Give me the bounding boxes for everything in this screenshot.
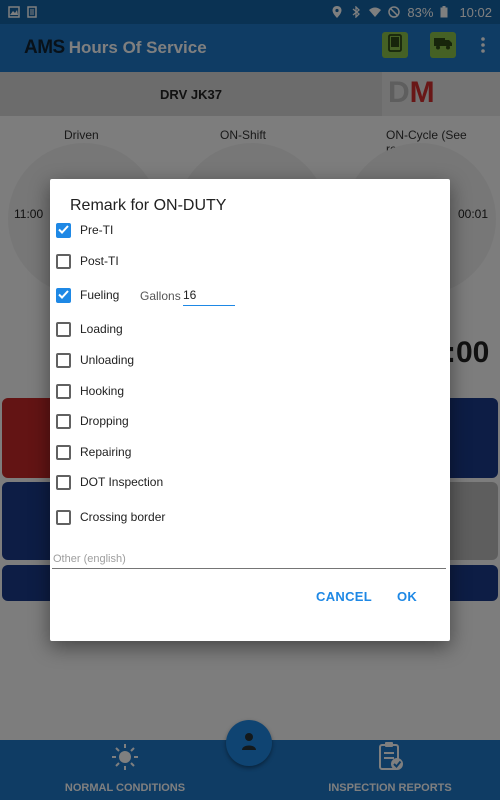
remark-dialog: Remark for ON-DUTY Pre-TI Post-TI Fuelin…	[50, 179, 450, 641]
checkbox[interactable]	[56, 352, 71, 368]
option-label: Unloading	[80, 353, 135, 367]
checkbox[interactable]	[56, 383, 71, 399]
option-hooking[interactable]: Hooking	[56, 380, 124, 402]
option-label: Loading	[80, 322, 123, 336]
option-crossing-border[interactable]: Crossing border	[56, 506, 165, 528]
option-post-ti[interactable]: Post-TI	[56, 250, 119, 272]
option-label: Fueling	[80, 288, 120, 302]
option-pre-ti[interactable]: Pre-TI	[56, 219, 113, 241]
checkbox[interactable]	[56, 413, 71, 429]
checkbox[interactable]	[56, 253, 71, 269]
option-dot-inspection[interactable]: DOT Inspection	[56, 471, 163, 493]
dialog-title: Remark for ON-DUTY	[70, 197, 227, 214]
ok-button[interactable]: OK	[397, 589, 417, 604]
checkmark-icon	[58, 221, 69, 239]
option-label: Dropping	[80, 414, 129, 428]
checkmark-icon	[58, 286, 69, 304]
option-label: Hooking	[80, 384, 125, 398]
checkbox[interactable]	[56, 474, 71, 490]
option-dropping[interactable]: Dropping	[56, 410, 129, 432]
other-remark-input[interactable]	[52, 549, 446, 569]
option-fueling[interactable]: Fueling	[56, 284, 119, 306]
option-label: Post-TI	[80, 254, 119, 268]
option-label: Crossing border	[80, 510, 166, 524]
option-label: Pre-TI	[80, 223, 114, 237]
option-loading[interactable]: Loading	[56, 318, 123, 340]
gallons-input[interactable]	[183, 285, 235, 306]
cancel-button[interactable]: CANCEL	[316, 589, 372, 604]
option-label: DOT Inspection	[80, 475, 164, 489]
gallons-label: Gallons	[140, 289, 181, 303]
option-unloading[interactable]: Unloading	[56, 349, 134, 371]
checkbox[interactable]	[56, 221, 71, 239]
option-label: Repairing	[80, 445, 132, 459]
checkbox[interactable]	[56, 444, 71, 460]
checkbox[interactable]	[56, 509, 71, 525]
checkbox[interactable]	[56, 321, 71, 337]
checkbox[interactable]	[56, 286, 71, 304]
option-repairing[interactable]: Repairing	[56, 441, 131, 463]
